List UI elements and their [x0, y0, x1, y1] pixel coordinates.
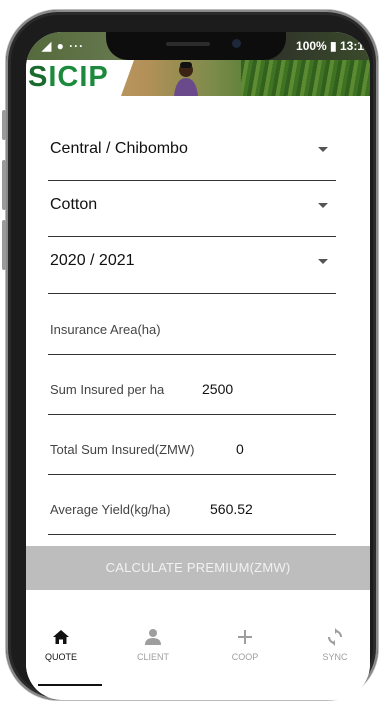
nav-item-coop[interactable]: COOP: [210, 624, 280, 662]
crop-dropdown[interactable]: Cotton: [48, 188, 336, 237]
crops-image: [241, 60, 370, 96]
person-icon: [118, 624, 188, 650]
nav-item-sync[interactable]: SYNC: [300, 624, 370, 662]
plus-icon: [210, 624, 280, 650]
home-icon: [26, 624, 96, 650]
nav-label-coop: COOP: [231, 652, 259, 662]
camera-icon: [232, 39, 241, 48]
sum-insured-per-ha-value: 2500: [202, 381, 234, 397]
season-value: 2020 / 2021: [50, 252, 135, 269]
sync-icon: [300, 624, 370, 650]
volume-button: [2, 110, 6, 140]
battery-clock: 100% ▮ 13:1: [296, 39, 364, 53]
nav-label-sync: SYNC: [322, 652, 348, 662]
app-screen: ◢ ● ··· 100% ▮ 13:1 SICIP Central / Chib…: [26, 32, 370, 700]
region-dropdown[interactable]: Central / Chibombo: [48, 132, 336, 181]
icip-logo: SICIP: [28, 61, 109, 93]
sum-insured-per-ha-input[interactable]: Sum Insured per ha 2500: [48, 376, 336, 415]
chevron-down-icon: [318, 203, 328, 208]
app-banner: SICIP: [26, 60, 370, 96]
farmer-photo: [174, 62, 198, 96]
nav-label-quote: QUOTE: [44, 652, 77, 662]
sum-insured-per-ha-label: Sum Insured per ha: [50, 382, 165, 397]
nav-item-quote[interactable]: QUOTE: [26, 624, 96, 662]
total-sum-insured-label: Total Sum Insured(ZMW): [50, 442, 195, 457]
speaker: [166, 42, 210, 46]
calculate-premium-button[interactable]: CALCULATE PREMIUM(ZMW): [26, 546, 370, 590]
total-sum-insured-value: 0: [236, 441, 244, 457]
insurance-area-input[interactable]: Insurance Area(ha): [48, 318, 336, 355]
phone-notch: [106, 32, 286, 60]
active-tab-indicator: [38, 684, 102, 686]
status-icons: ◢ ● ···: [42, 39, 85, 53]
insurance-area-label: Insurance Area(ha): [50, 322, 161, 337]
average-yield-input[interactable]: Average Yield(kg/ha) 560.52: [48, 496, 336, 535]
crop-value: Cotton: [50, 196, 98, 213]
nav-item-client[interactable]: CLIENT: [118, 624, 188, 662]
region-value: Central / Chibombo: [50, 140, 188, 157]
bottom-nav: QUOTE CLIENT COOP SYNC: [26, 624, 370, 694]
average-yield-value: 560.52: [210, 501, 253, 517]
phone-frame: ◢ ● ··· 100% ▮ 13:1 SICIP Central / Chib…: [2, 10, 378, 700]
total-sum-insured-input[interactable]: Total Sum Insured(ZMW) 0: [48, 436, 336, 475]
chevron-down-icon: [318, 147, 328, 152]
volume-button: [2, 220, 6, 270]
chevron-down-icon: [318, 259, 328, 264]
volume-button: [2, 160, 6, 210]
season-dropdown[interactable]: 2020 / 2021: [48, 244, 336, 294]
average-yield-label: Average Yield(kg/ha): [50, 502, 171, 517]
nav-label-client: CLIENT: [136, 652, 169, 662]
